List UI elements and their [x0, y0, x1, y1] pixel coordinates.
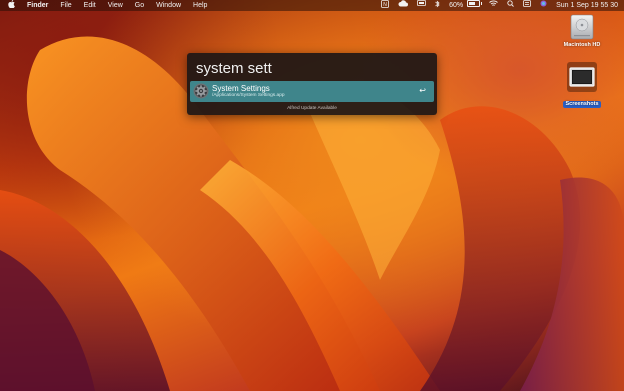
desktop-item-macintosh-hd[interactable]: Macintosh HD — [562, 12, 602, 49]
wifi-icon[interactable] — [489, 0, 498, 11]
notion-icon[interactable]: N — [381, 0, 390, 12]
menu-go[interactable]: Go — [135, 0, 144, 11]
menu-view[interactable]: View — [108, 0, 123, 11]
svg-text:N: N — [383, 2, 387, 8]
alfred-update-notice[interactable]: Alfred Update Available — [187, 105, 437, 112]
menu-clock[interactable]: Sun 1 Sep 19 55 30 — [556, 0, 618, 11]
menu-file[interactable]: File — [60, 0, 71, 11]
alfred-window: System Settings /Applications/System Set… — [187, 53, 437, 115]
folder-icon — [569, 67, 595, 87]
alfred-result-selected[interactable]: System Settings /Applications/System Set… — [190, 81, 434, 102]
menu-bar-left: Finder File Edit View Go Window Help — [0, 0, 219, 11]
cloud-icon[interactable] — [398, 0, 409, 11]
menu-window[interactable]: Window — [156, 0, 181, 11]
alfred-search-input[interactable] — [196, 59, 426, 77]
battery-status[interactable]: 60% — [449, 0, 483, 11]
screen-mirror-icon[interactable] — [417, 0, 427, 11]
alfred-result-title: System Settings — [212, 84, 270, 93]
gear-icon — [193, 83, 209, 99]
battery-percent: 60% — [449, 2, 464, 9]
menu-app-name[interactable]: Finder — [27, 0, 48, 11]
siri-icon[interactable] — [540, 0, 547, 11]
selection-highlight — [567, 62, 597, 92]
return-key-icon: ↩ — [419, 86, 426, 95]
desktop-item-screenshots[interactable]: Screenshots — [562, 62, 602, 110]
control-center-icon[interactable] — [523, 0, 532, 11]
apple-logo-icon[interactable] — [8, 0, 15, 11]
menu-bar-right: N 60% Sun 1 Sep 19 55 30 — [372, 0, 618, 11]
desktop-item-label: Screenshots — [563, 101, 601, 108]
alfred-result-path: /Applications/System Settings.app — [212, 93, 285, 98]
spotlight-search-icon[interactable] — [507, 0, 514, 11]
battery-icon — [467, 0, 483, 7]
desktop-item-label: Macintosh HD — [563, 42, 601, 48]
menu-edit[interactable]: Edit — [84, 0, 96, 11]
desktop-wallpaper: Finder File Edit View Go Window Help N 6… — [0, 0, 624, 391]
hard-drive-icon — [570, 14, 594, 40]
menu-bar: Finder File Edit View Go Window Help N 6… — [0, 0, 624, 11]
menu-help[interactable]: Help — [193, 0, 207, 11]
bluetooth-icon[interactable] — [435, 0, 440, 12]
